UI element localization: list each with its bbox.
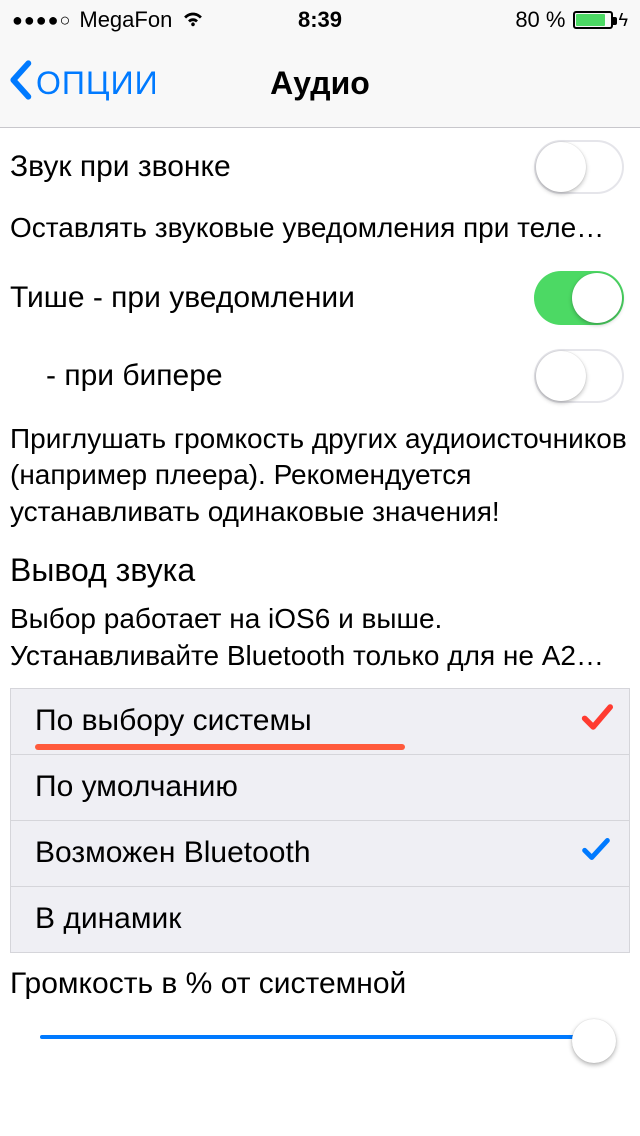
wifi-icon: [180, 7, 206, 33]
option-label: По умолчанию: [35, 770, 238, 804]
note-quiet: Приглушать громкость других аудиоисточни…: [0, 415, 640, 544]
slider-track: [40, 1035, 600, 1039]
status-right: 80 % ϟ: [515, 7, 628, 33]
row-sound-on-call[interactable]: Звук при звонке: [0, 128, 640, 206]
checkmark-icon: [579, 700, 613, 742]
option-label: Возможен Bluetooth: [35, 836, 311, 870]
status-bar: ●●●●○ MegaFon 8:39 80 % ϟ: [0, 0, 640, 40]
row-quiet-on-notify[interactable]: Тише - при уведомлении: [0, 259, 640, 337]
volume-title: Громкость в % от системной: [0, 953, 640, 1007]
output-option-system[interactable]: По выбору системы: [11, 689, 629, 755]
chevron-left-icon: [8, 60, 32, 108]
option-label: По выбору системы: [35, 704, 312, 738]
volume-slider[interactable]: [0, 1007, 640, 1067]
battery-icon: ϟ: [573, 10, 628, 31]
section-output-title: Вывод звука: [0, 544, 640, 595]
signal-strength-icon: ●●●●○: [12, 10, 71, 31]
note-output: Выбор работает на iOS6 и выше. Устанавли…: [0, 595, 640, 680]
row-quiet-on-beeper[interactable]: - при бипере: [0, 337, 640, 415]
switch-sound-on-call[interactable]: [534, 140, 624, 194]
switch-quiet-on-notify[interactable]: [534, 271, 624, 325]
note-sound-on-call: Оставлять звуковые уведомления при теле…: [0, 206, 640, 259]
content: Звук при звонке Оставлять звуковые уведо…: [0, 128, 640, 1067]
row-label: - при бипере: [10, 359, 534, 393]
battery-fill: [576, 14, 604, 26]
output-option-bluetooth[interactable]: Возможен Bluetooth: [11, 821, 629, 887]
status-left: ●●●●○ MegaFon: [12, 7, 206, 33]
row-label: Звук при звонке: [10, 150, 534, 184]
checkmark-icon: [579, 832, 613, 874]
output-option-group: По выбору системы По умолчанию Возможен …: [10, 688, 630, 953]
carrier-label: MegaFon: [79, 7, 172, 33]
output-option-default[interactable]: По умолчанию: [11, 755, 629, 821]
note-output-line2: Устанавливайте Bluetooth только для не A…: [10, 638, 630, 674]
navigation-bar: ОПЦИИ Аудио: [0, 40, 640, 128]
back-button[interactable]: ОПЦИИ: [0, 60, 159, 108]
back-label: ОПЦИИ: [36, 65, 159, 102]
slider-thumb[interactable]: [572, 1019, 616, 1063]
battery-percent-label: 80 %: [515, 7, 565, 33]
row-label: Тише - при уведомлении: [10, 281, 534, 315]
charging-icon: ϟ: [618, 10, 628, 31]
switch-quiet-on-beeper[interactable]: [534, 349, 624, 403]
option-label: В динамик: [35, 902, 181, 936]
highlight-underline: [35, 744, 405, 750]
note-output-line1: Выбор работает на iOS6 и выше.: [10, 601, 630, 637]
output-option-speaker[interactable]: В динамик: [11, 887, 629, 953]
